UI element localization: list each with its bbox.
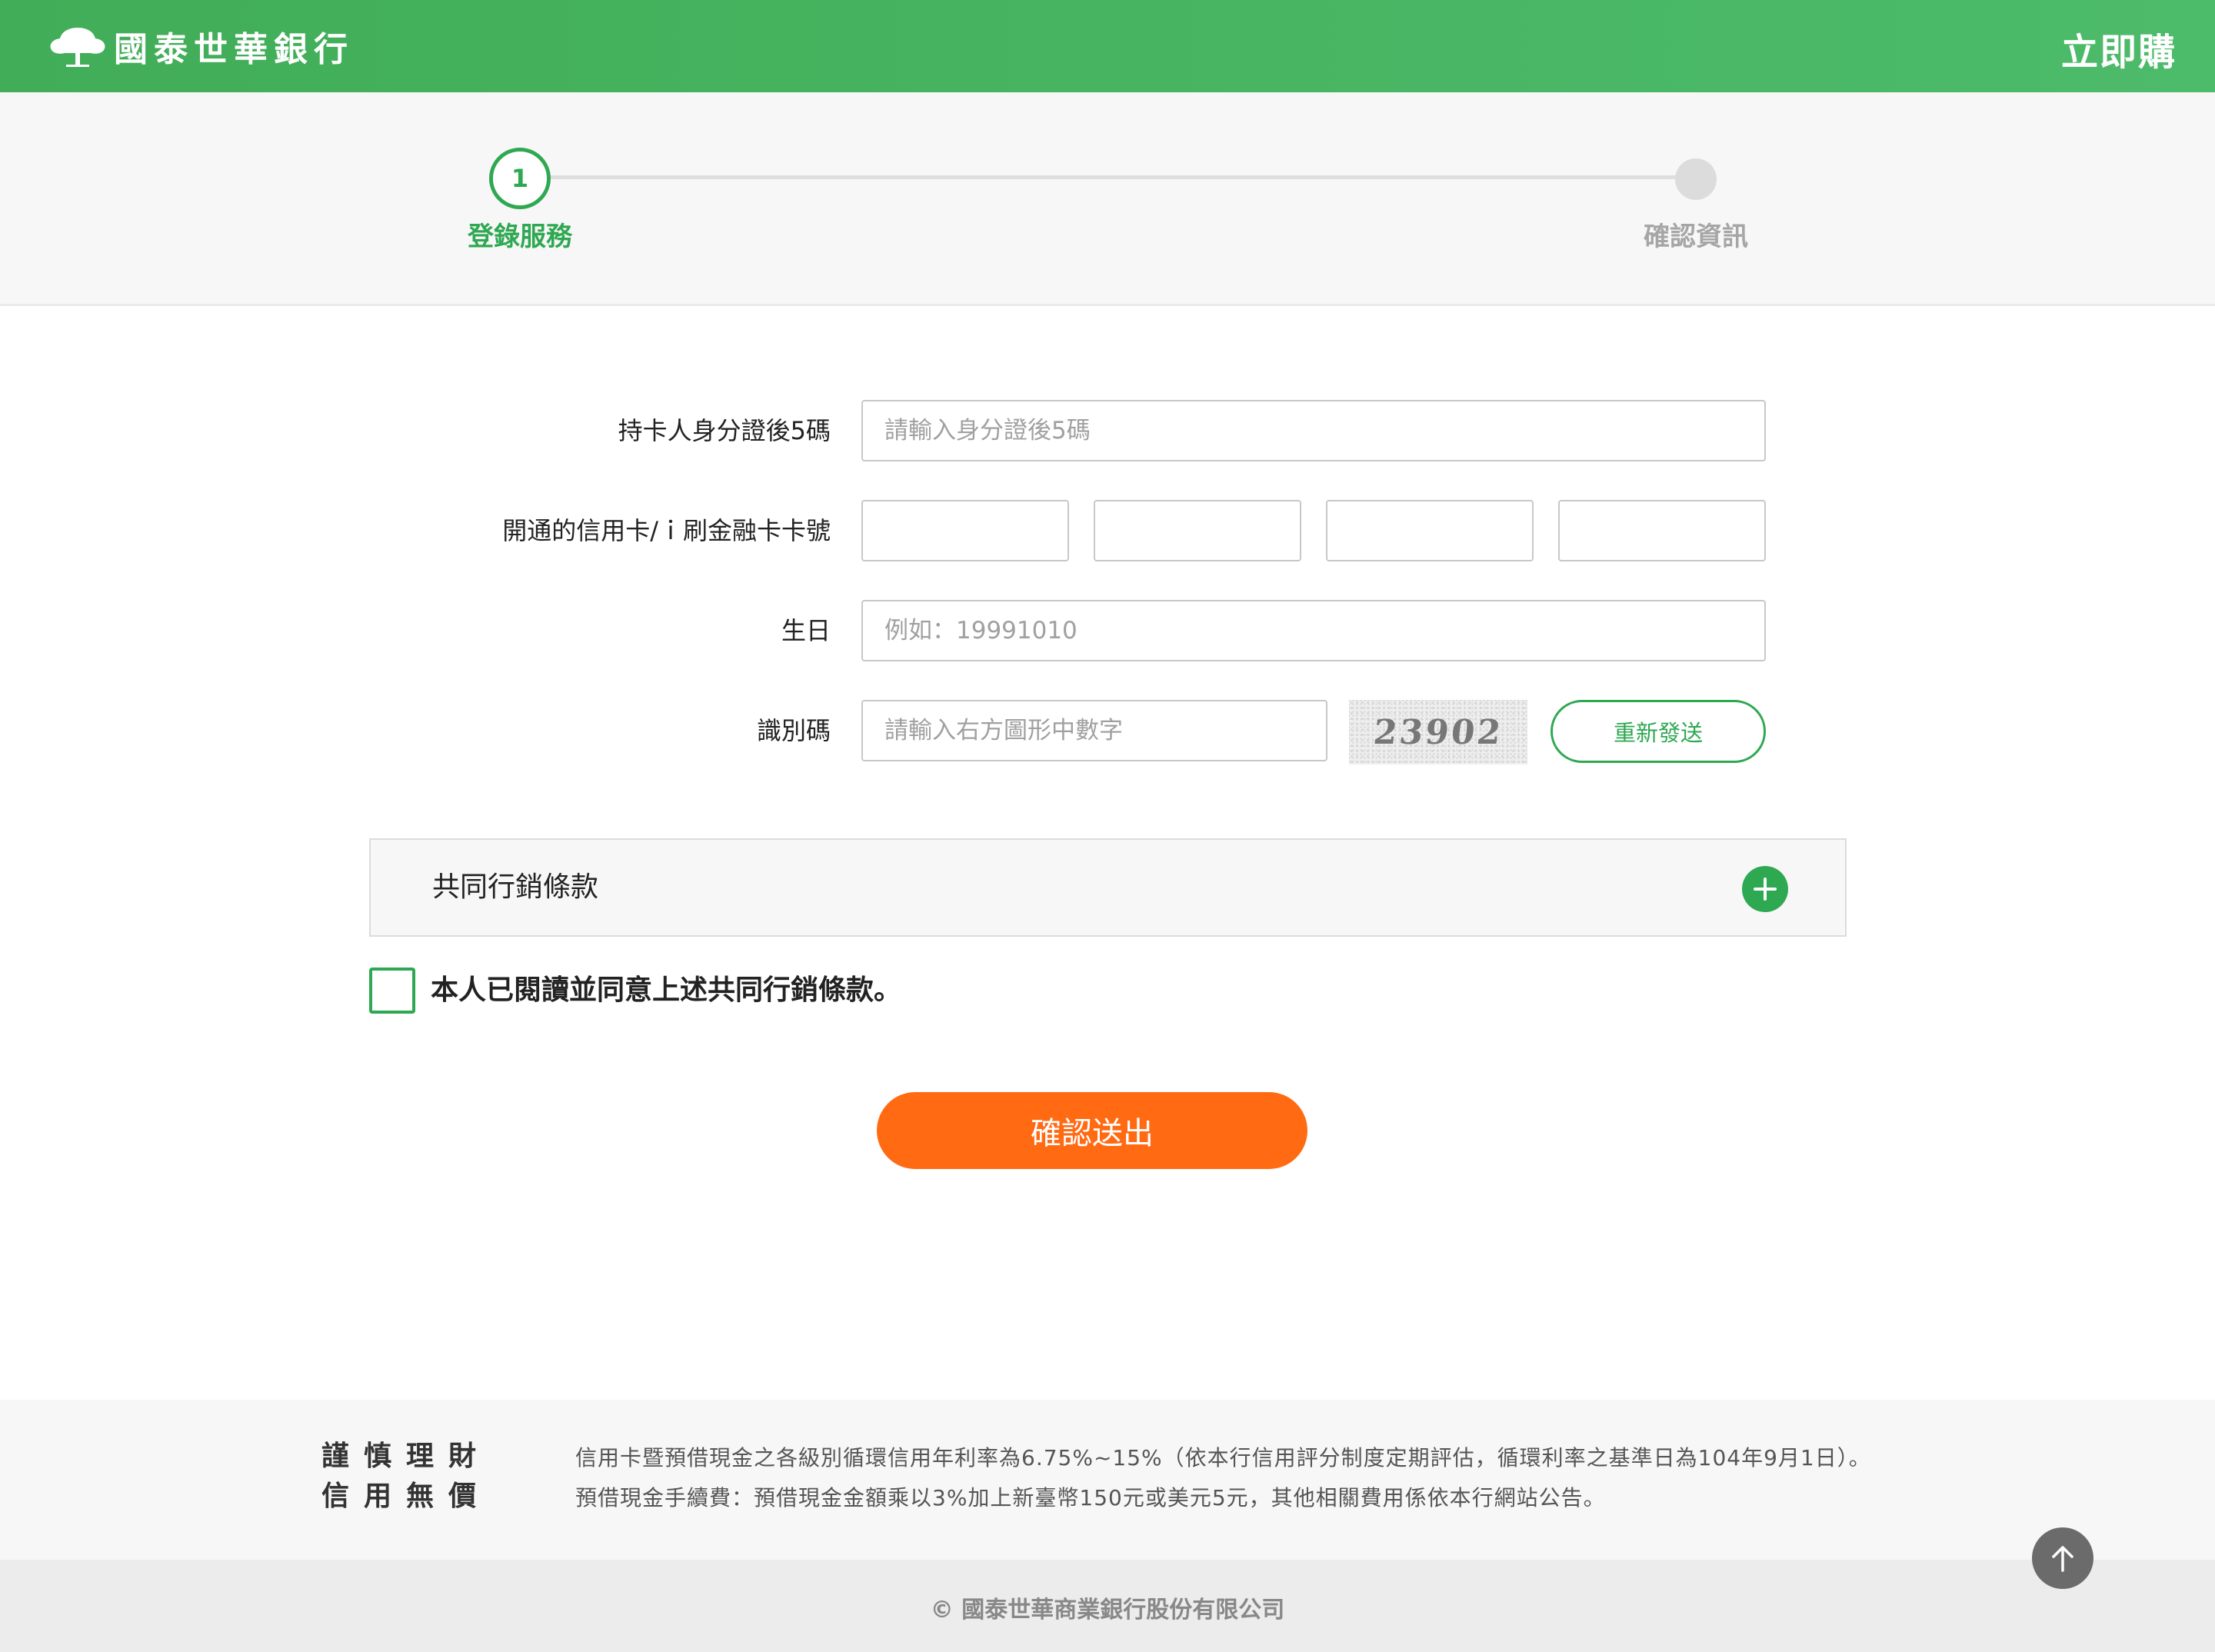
captcha-row: 識別碼 23902 重新發送 — [0, 700, 2215, 764]
copyright-text: © 國泰世華商業銀行股份有限公司 — [930, 1597, 1285, 1624]
terms-title: 共同行銷條款 — [432, 871, 599, 903]
id-label: 持卡人身分證後5碼 — [618, 416, 831, 445]
captcha-label: 識別碼 — [756, 716, 831, 745]
marketing-terms-accordion[interactable]: 共同行銷條款 — [369, 838, 1847, 937]
back-to-top-button[interactable] — [2032, 1527, 2093, 1589]
tree-icon — [50, 28, 105, 67]
notice-line-1: 信用卡暨預借現金之各級別循環信用年利率為6.75%~15%（依本行信用評分制度定… — [575, 1445, 1871, 1470]
card-number-part-1[interactable] — [861, 500, 1069, 561]
arrow-up-icon — [2052, 1546, 2073, 1572]
footer-copyright: © 國泰世華商業銀行股份有限公司 — [0, 1560, 2215, 1652]
submit-button[interactable]: 確認送出 — [877, 1092, 1307, 1169]
progress-stepper: 1 登錄服務 確認資訊 — [0, 92, 2215, 306]
step-1-indicator: 1 — [489, 148, 551, 209]
top-header: 國泰世華銀行 立即購 — [0, 0, 2215, 92]
agree-checkbox[interactable] — [369, 968, 415, 1014]
plus-icon[interactable] — [1742, 866, 1788, 912]
birthday-label: 生日 — [781, 616, 831, 645]
slogan: 謹慎理財 信用無價 — [321, 1437, 491, 1517]
stepper-track — [520, 175, 1697, 179]
id-last5-input[interactable] — [861, 400, 1766, 461]
slogan-line-2: 信用無價 — [321, 1480, 491, 1512]
card-number-label: 開通的信用卡/ｉ刷金融卡卡號 — [502, 516, 831, 545]
card-number-part-2[interactable] — [1094, 500, 1301, 561]
step-1-label: 登錄服務 — [468, 221, 572, 252]
buy-now-link[interactable]: 立即購 — [2061, 22, 2177, 75]
birthday-row: 生日 — [0, 600, 2215, 661]
captcha-image: 23902 — [1349, 700, 1527, 764]
step-2-label: 確認資訊 — [1644, 221, 1748, 252]
resend-button[interactable]: 重新發送 — [1550, 700, 1766, 763]
footer-notice: 謹慎理財 信用無價 信用卡暨預借現金之各級別循環信用年利率為6.75%~15%（… — [0, 1400, 2215, 1560]
card-number-row: 開通的信用卡/ｉ刷金融卡卡號 — [0, 500, 2215, 561]
interest-notice: 信用卡暨預借現金之各級別循環信用年利率為6.75%~15%（依本行信用評分制度定… — [575, 1438, 1871, 1518]
birthday-input[interactable] — [861, 600, 1766, 661]
id-row: 持卡人身分證後5碼 — [0, 400, 2215, 461]
bank-name: 國泰世華銀行 — [114, 30, 354, 69]
card-number-part-4[interactable] — [1558, 500, 1766, 561]
step-2-indicator — [1675, 158, 1717, 200]
bank-logo[interactable]: 國泰世華銀行 — [49, 22, 354, 71]
captcha-image-text: 23902 — [1371, 712, 1505, 752]
slogan-line-1: 謹慎理財 — [321, 1441, 491, 1472]
captcha-input[interactable] — [861, 700, 1327, 761]
card-number-part-3[interactable] — [1326, 500, 1534, 561]
notice-line-2: 預借現金手續費：預借現金金額乘以3%加上新臺幣150元或美元5元，其他相關費用係… — [575, 1485, 1606, 1510]
agree-label[interactable]: 本人已閱讀並同意上述共同行銷條款。 — [431, 968, 901, 1014]
